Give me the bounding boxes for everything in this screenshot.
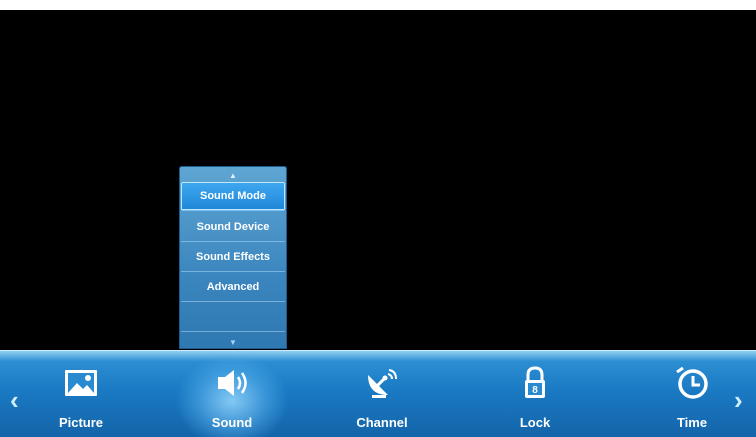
menu-item-sound[interactable]: Sound bbox=[177, 351, 287, 437]
main-menu-bar: ‹ Picture Sound Channel 8 Lock Time › bbox=[0, 350, 756, 437]
submenu-empty-row bbox=[181, 303, 285, 332]
submenu-item-advanced[interactable]: Advanced bbox=[181, 273, 285, 302]
padlock-icon: 8 bbox=[515, 365, 555, 401]
speaker-icon bbox=[212, 365, 252, 401]
satellite-dish-icon bbox=[362, 365, 402, 401]
menu-item-time[interactable]: Time bbox=[637, 351, 747, 437]
menu-item-lock[interactable]: 8 Lock bbox=[480, 351, 590, 437]
right-arrow-icon[interactable]: › bbox=[734, 387, 743, 413]
menu-item-label: Picture bbox=[58, 415, 104, 430]
sound-submenu: ▲ Sound Mode Sound Device Sound Effects … bbox=[179, 166, 287, 349]
menu-item-label: Time bbox=[676, 415, 708, 430]
tv-screen: ▲ Sound Mode Sound Device Sound Effects … bbox=[0, 0, 756, 437]
menu-item-label: Channel bbox=[356, 415, 408, 430]
menu-item-label: Lock bbox=[519, 415, 551, 430]
submenu-item-sound-device[interactable]: Sound Device bbox=[181, 213, 285, 242]
left-arrow-icon[interactable]: ‹ bbox=[10, 387, 19, 413]
submenu-item-sound-effects[interactable]: Sound Effects bbox=[181, 243, 285, 272]
submenu-item-sound-mode[interactable]: Sound Mode bbox=[181, 182, 285, 211]
top-bezel bbox=[0, 0, 756, 10]
menu-item-picture[interactable]: Picture bbox=[26, 351, 136, 437]
svg-text:8: 8 bbox=[532, 385, 538, 396]
menu-item-channel[interactable]: Channel bbox=[327, 351, 437, 437]
clock-icon bbox=[672, 365, 712, 401]
menu-item-label: Sound bbox=[211, 415, 253, 430]
scroll-down-icon[interactable]: ▼ bbox=[179, 336, 287, 348]
scroll-up-icon[interactable]: ▲ bbox=[179, 169, 287, 181]
picture-icon bbox=[61, 365, 101, 401]
